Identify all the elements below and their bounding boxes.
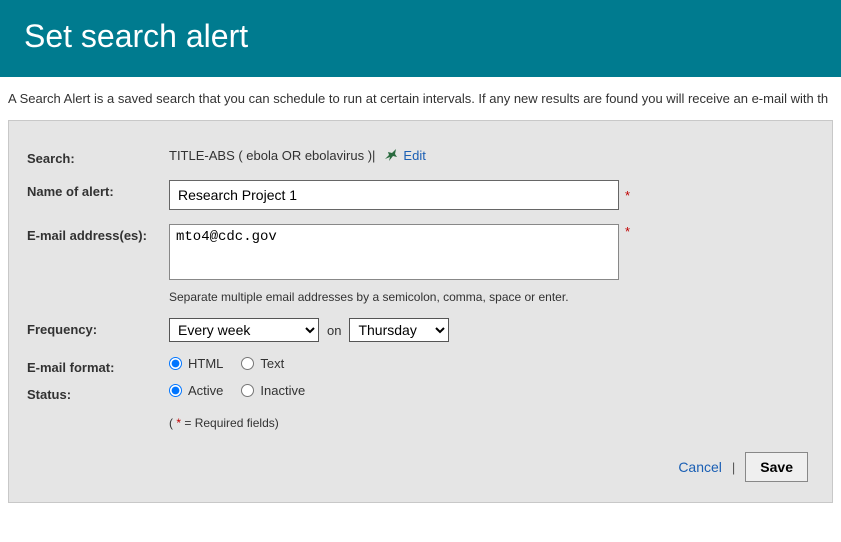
name-content: * <box>169 180 808 210</box>
status-radio-group: Active Inactive <box>169 383 305 398</box>
page-header: Set search alert <box>0 0 841 77</box>
name-label: Name of alert: <box>27 180 169 199</box>
page-title: Set search alert <box>24 18 817 55</box>
format-html-label: HTML <box>188 356 223 371</box>
required-mark: * <box>625 188 630 203</box>
alert-form-panel: Search: TITLE-ABS ( ebola OR ebolavirus … <box>8 120 833 503</box>
status-inactive-option[interactable]: Inactive <box>241 383 305 398</box>
frequency-on-label: on <box>327 323 341 338</box>
format-radio-group: HTML Text <box>169 356 284 371</box>
action-separator: | <box>732 460 735 475</box>
search-content: TITLE-ABS ( ebola OR ebolavirus ) | Edit <box>169 147 808 163</box>
cancel-link[interactable]: Cancel <box>678 459 722 475</box>
search-label: Search: <box>27 147 169 166</box>
status-row: Status: Active Inactive ( * = Required f… <box>27 383 808 430</box>
email-row: E-mail address(es): * Separate multiple … <box>27 224 808 304</box>
frequency-content: Every week on Thursday <box>169 318 808 342</box>
form-actions: Cancel | Save <box>27 452 808 482</box>
status-active-radio[interactable] <box>169 384 182 397</box>
required-fields-note: ( * = Required fields) <box>169 416 279 430</box>
frequency-interval-select[interactable]: Every week <box>169 318 319 342</box>
status-inactive-radio[interactable] <box>241 384 254 397</box>
frequency-label: Frequency: <box>27 318 169 337</box>
status-active-label: Active <box>188 383 223 398</box>
status-content: Active Inactive ( * = Required fields) <box>169 383 808 430</box>
page-description: A Search Alert is a saved search that yo… <box>0 77 841 120</box>
search-separator: | <box>372 148 375 163</box>
status-active-option[interactable]: Active <box>169 383 223 398</box>
format-row: E-mail format: HTML Text <box>27 356 808 375</box>
format-html-option[interactable]: HTML <box>169 356 223 371</box>
email-label: E-mail address(es): <box>27 224 169 243</box>
email-helper-text: Separate multiple email addresses by a s… <box>169 290 569 304</box>
name-row: Name of alert: * <box>27 180 808 210</box>
format-text-radio[interactable] <box>241 357 254 370</box>
format-html-radio[interactable] <box>169 357 182 370</box>
format-text-option[interactable]: Text <box>241 356 284 371</box>
search-row: Search: TITLE-ABS ( ebola OR ebolavirus … <box>27 147 808 166</box>
status-inactive-label: Inactive <box>260 383 305 398</box>
alert-name-input[interactable] <box>169 180 619 210</box>
required-mark: * <box>625 224 630 239</box>
email-content: * Separate multiple email addresses by a… <box>169 224 808 304</box>
format-text-label: Text <box>260 356 284 371</box>
email-textarea[interactable] <box>169 224 619 280</box>
format-content: HTML Text <box>169 356 808 371</box>
format-label: E-mail format: <box>27 356 169 375</box>
frequency-day-select[interactable]: Thursday <box>349 318 449 342</box>
edit-icon <box>383 147 399 163</box>
search-query-text: TITLE-ABS ( ebola OR ebolavirus ) <box>169 148 372 163</box>
edit-link[interactable]: Edit <box>403 148 425 163</box>
status-label: Status: <box>27 383 169 402</box>
frequency-row: Frequency: Every week on Thursday <box>27 318 808 342</box>
save-button[interactable]: Save <box>745 452 808 482</box>
